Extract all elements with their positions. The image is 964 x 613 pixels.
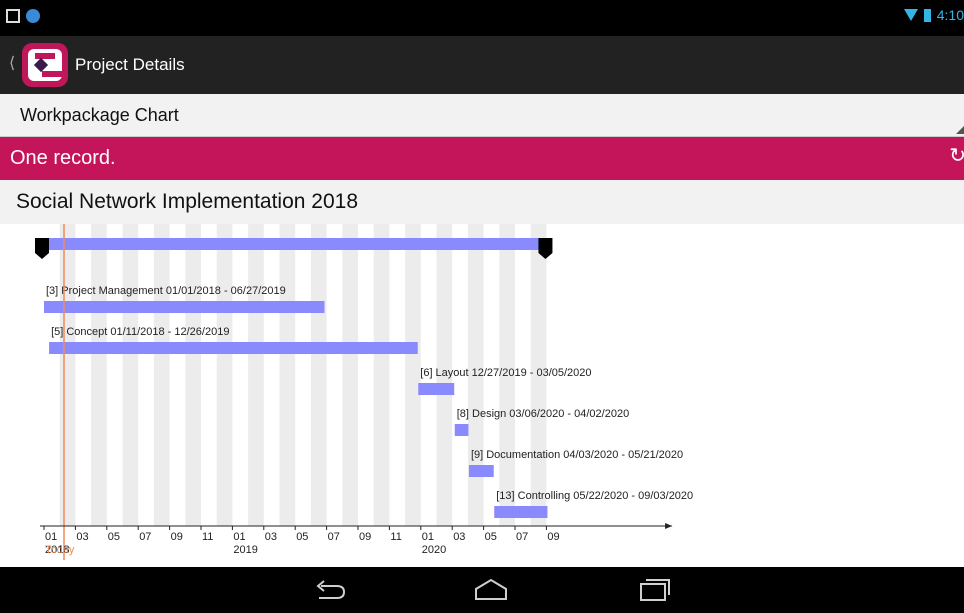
x-tick-label: 07 xyxy=(516,531,528,543)
app-notification-icon xyxy=(26,9,40,23)
month-stripe xyxy=(185,224,201,526)
system-status: 4:10 xyxy=(903,7,964,23)
battery-icon xyxy=(923,8,931,22)
app-logo-icon[interactable] xyxy=(22,43,68,87)
month-stripe xyxy=(248,224,264,526)
month-stripe xyxy=(373,224,390,526)
clock: 4:10 xyxy=(936,7,964,23)
x-tick-label: 05 xyxy=(108,531,120,543)
home-icon[interactable] xyxy=(472,577,510,603)
x-year-label: 2020 xyxy=(422,544,446,556)
chart-type-value: Workpackage Chart xyxy=(20,105,179,125)
month-stripe xyxy=(59,224,76,526)
gantt-chart: [3] Project Management 01/01/2018 - 06/2… xyxy=(35,224,693,560)
month-stripe xyxy=(310,224,327,526)
month-stripe xyxy=(279,224,296,526)
task-bar xyxy=(418,383,455,395)
recent-apps-icon[interactable] xyxy=(638,577,672,603)
x-tick-label: 09 xyxy=(359,531,371,543)
x-tick-label: 03 xyxy=(453,531,465,543)
task-bar xyxy=(44,301,325,313)
x-tick-label: 11 xyxy=(202,531,213,543)
action-bar: ⟨ Project Details xyxy=(0,36,964,94)
back-caret-icon[interactable]: ⟨ xyxy=(9,53,15,73)
x-tick-label: 03 xyxy=(265,531,277,543)
x-tick-label: 01 xyxy=(45,531,57,543)
task-label: [5] Concept 01/11/2018 - 12/26/2019 xyxy=(51,326,229,338)
x-tick-label: 01 xyxy=(233,531,245,543)
back-icon[interactable] xyxy=(313,577,347,603)
task-bar xyxy=(49,342,418,354)
image-notification-icon xyxy=(6,9,20,23)
project-header: Social Network Implementation 2018 xyxy=(0,180,964,224)
records-message: One record. xyxy=(10,147,116,169)
project-title: Social Network Implementation 2018 xyxy=(16,190,359,213)
x-tick-label: 07 xyxy=(139,531,151,543)
summary-bar xyxy=(44,238,548,250)
task-bar xyxy=(454,424,469,436)
month-stripe xyxy=(342,224,358,526)
navigation-bar xyxy=(0,567,964,613)
x-tick-label: 09 xyxy=(171,531,183,543)
x-axis-arrow xyxy=(665,523,673,529)
task-label: [9] Documentation 04/03/2020 - 05/21/202… xyxy=(471,449,683,461)
task-label: [13] Controlling 05/22/2020 - 09/03/2020 xyxy=(496,490,693,502)
dropdown-corner-icon xyxy=(956,126,964,134)
records-banner: One record. ↻ xyxy=(0,137,964,180)
status-bar: 4:10 xyxy=(0,0,964,36)
x-year-label: 2019 xyxy=(233,544,257,556)
task-label: [6] Layout 12/27/2019 - 03/05/2020 xyxy=(420,367,591,379)
today-label: Today xyxy=(45,544,75,556)
x-tick-label: 01 xyxy=(422,531,434,543)
notification-icons xyxy=(6,9,40,23)
x-tick-label: 11 xyxy=(390,531,401,543)
month-stripe xyxy=(405,224,421,526)
month-stripe xyxy=(91,224,107,526)
x-tick-label: 03 xyxy=(76,531,88,543)
month-stripe xyxy=(122,224,139,526)
month-stripe xyxy=(153,224,170,526)
summary-start-milestone xyxy=(35,238,49,259)
x-tick-label: 05 xyxy=(296,531,308,543)
x-tick-label: 05 xyxy=(485,531,497,543)
month-stripe xyxy=(216,224,233,526)
task-bar xyxy=(494,506,548,518)
x-tick-label: 09 xyxy=(547,531,559,543)
x-tick-label: 07 xyxy=(328,531,340,543)
task-label: [3] Project Management 01/01/2018 - 06/2… xyxy=(46,285,286,297)
wifi-icon xyxy=(903,9,918,21)
task-label: [8] Design 03/06/2020 - 04/02/2020 xyxy=(457,408,629,420)
task-bar xyxy=(468,465,494,477)
chart-type-dropdown[interactable]: Workpackage Chart xyxy=(0,94,964,137)
refresh-icon[interactable]: ↻ xyxy=(949,143,964,168)
page-title: Project Details xyxy=(75,55,185,74)
